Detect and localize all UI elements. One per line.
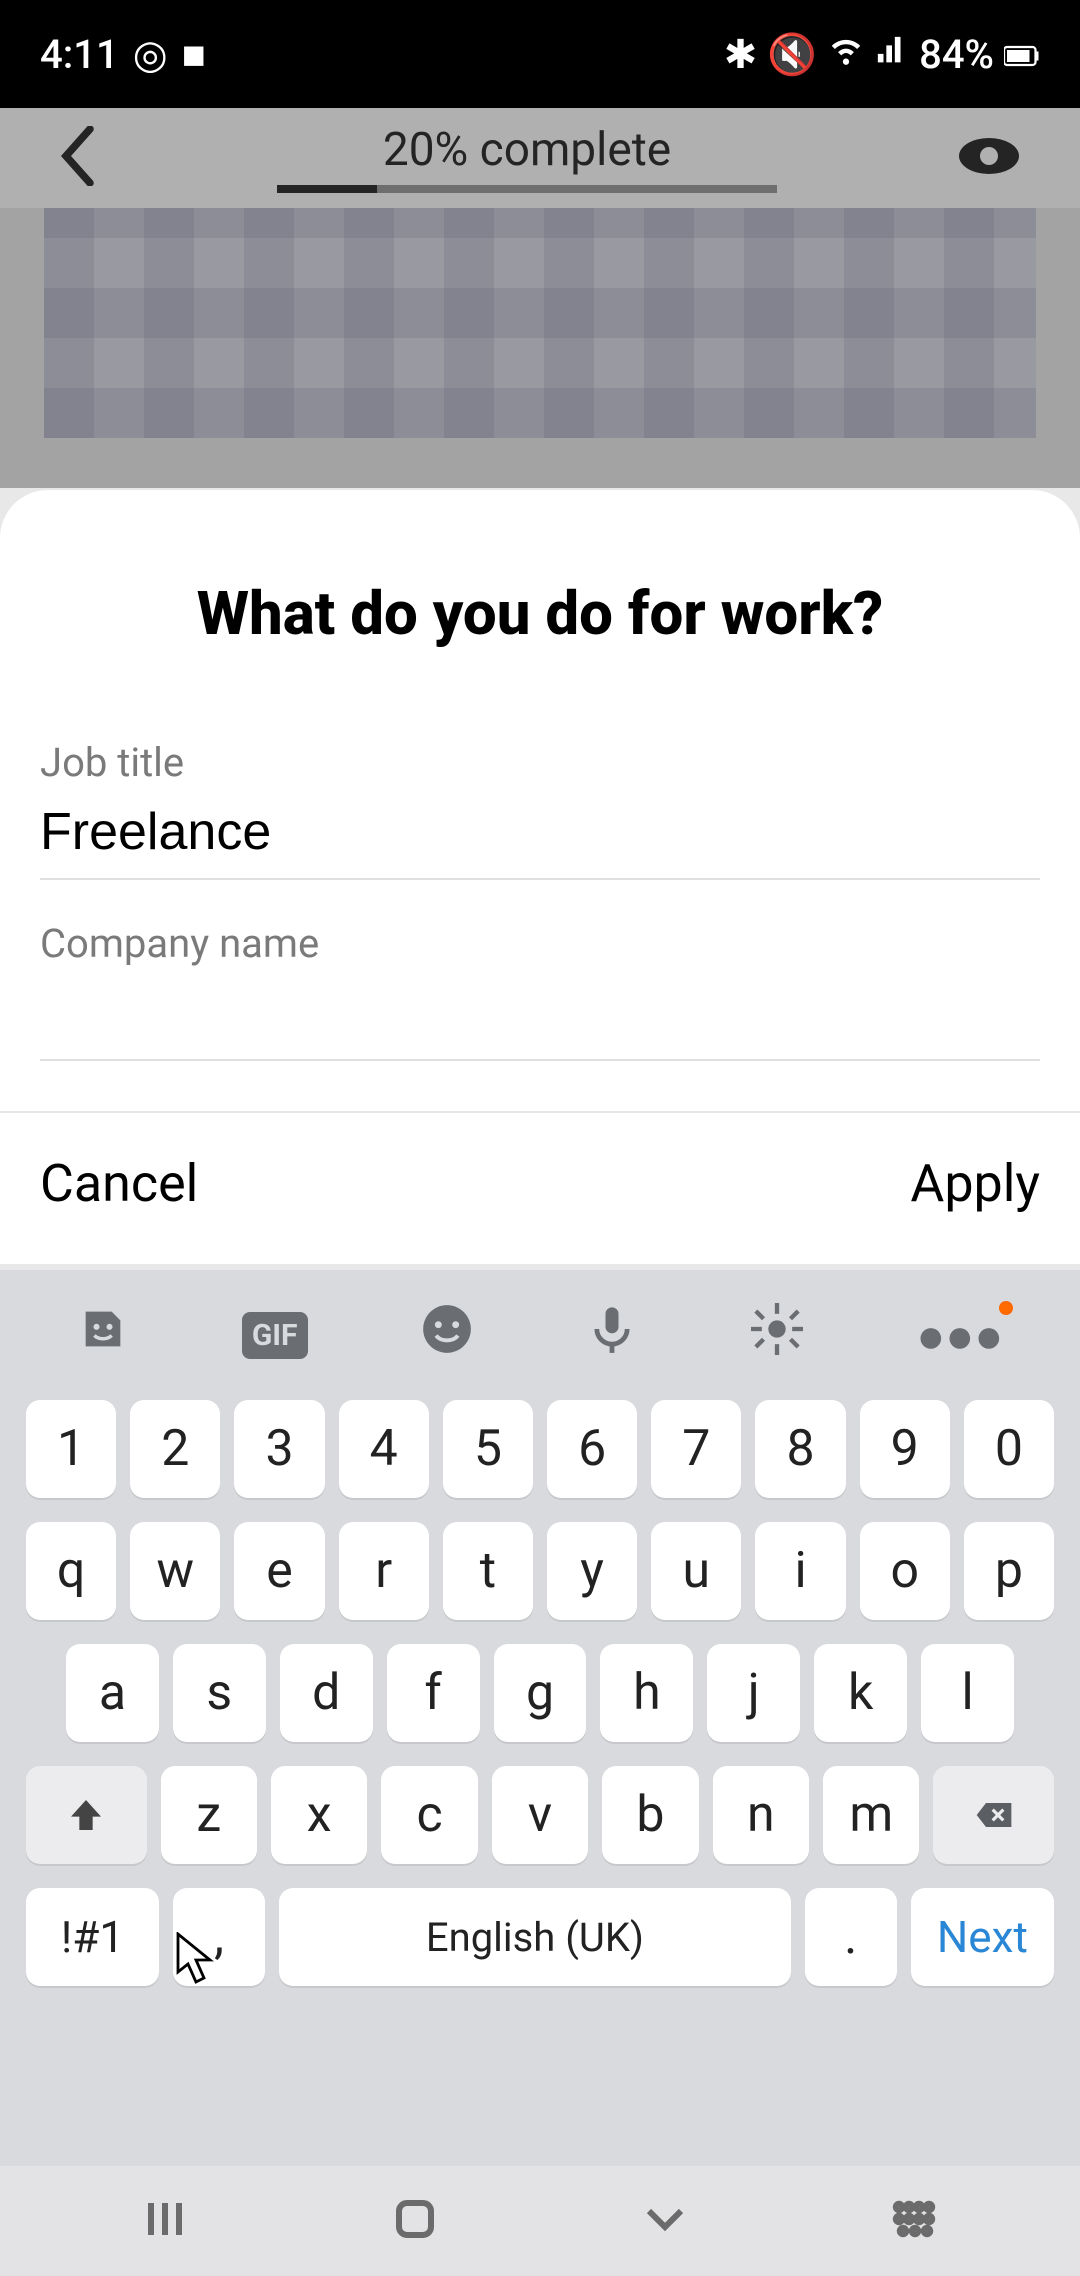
key-t[interactable]: t xyxy=(443,1522,533,1620)
company-name-input[interactable] xyxy=(40,967,1040,1061)
status-bar: 4:11 ◎ ■ ✱ 🔇 84% xyxy=(0,0,1080,108)
key-row-a: a s d f g h j k l xyxy=(26,1644,1054,1742)
key-2[interactable]: 2 xyxy=(130,1400,220,1498)
key-row-q: q w e r t y u i o p xyxy=(26,1522,1054,1620)
key-row-z: z x c v b n m xyxy=(26,1766,1054,1864)
signal-icon xyxy=(875,31,909,78)
gear-icon[interactable] xyxy=(751,1303,803,1367)
more-icon[interactable]: ●●● xyxy=(916,1307,1003,1364)
key-g[interactable]: g xyxy=(494,1644,587,1742)
key-6[interactable]: 6 xyxy=(547,1400,637,1498)
key-next[interactable]: Next xyxy=(911,1888,1054,1986)
modal-scrim[interactable] xyxy=(0,108,1080,488)
system-nav-bar xyxy=(0,2166,1080,2276)
key-a[interactable]: a xyxy=(66,1644,159,1742)
job-title-label: Job title xyxy=(40,739,1040,786)
company-name-label: Company name xyxy=(40,920,1040,967)
key-x[interactable]: x xyxy=(271,1766,367,1864)
key-comma[interactable]: , xyxy=(173,1888,265,1986)
key-m[interactable]: m xyxy=(823,1766,919,1864)
mic-icon[interactable] xyxy=(586,1303,638,1367)
key-s[interactable]: s xyxy=(173,1644,266,1742)
key-9[interactable]: 9 xyxy=(860,1400,950,1498)
camera-icon: ■ xyxy=(182,31,206,78)
nav-recents[interactable] xyxy=(141,2195,189,2247)
key-z[interactable]: z xyxy=(161,1766,257,1864)
key-period[interactable]: . xyxy=(805,1888,897,1986)
key-5[interactable]: 5 xyxy=(443,1400,533,1498)
modal-title: What do you do for work? xyxy=(0,554,1080,699)
key-row-numbers: 1 2 3 4 5 6 7 8 9 0 xyxy=(26,1400,1054,1498)
alarm-icon: ◎ xyxy=(133,31,168,78)
apply-button[interactable]: Apply xyxy=(910,1153,1040,1214)
key-0[interactable]: 0 xyxy=(964,1400,1054,1498)
key-o[interactable]: o xyxy=(860,1522,950,1620)
key-3[interactable]: 3 xyxy=(234,1400,324,1498)
bluetooth-icon: ✱ xyxy=(724,31,758,78)
cancel-button[interactable]: Cancel xyxy=(40,1153,198,1214)
key-h[interactable]: h xyxy=(600,1644,693,1742)
soft-keyboard: GIF ●●● 1 2 3 4 5 6 7 8 9 0 q w e xyxy=(0,1270,1080,2276)
key-f[interactable]: f xyxy=(387,1644,480,1742)
key-j[interactable]: j xyxy=(707,1644,800,1742)
emoji-icon[interactable] xyxy=(421,1303,473,1367)
key-c[interactable]: c xyxy=(381,1766,477,1864)
work-modal: What do you do for work? Job title Compa… xyxy=(0,490,1080,1264)
key-i[interactable]: i xyxy=(755,1522,845,1620)
key-l[interactable]: l xyxy=(921,1644,1014,1742)
battery-icon xyxy=(1004,31,1040,78)
key-n[interactable]: n xyxy=(713,1766,809,1864)
key-w[interactable]: w xyxy=(130,1522,220,1620)
sticker-icon[interactable] xyxy=(77,1303,129,1367)
key-d[interactable]: d xyxy=(280,1644,373,1742)
key-1[interactable]: 1 xyxy=(26,1400,116,1498)
key-p[interactable]: p xyxy=(964,1522,1054,1620)
key-row-bottom: !#1 , English (UK) . Next xyxy=(26,1888,1054,1986)
key-u[interactable]: u xyxy=(651,1522,741,1620)
status-time: 4:11 xyxy=(40,31,119,78)
mute-icon: 🔇 xyxy=(767,31,817,78)
key-7[interactable]: 7 xyxy=(651,1400,741,1498)
key-space[interactable]: English (UK) xyxy=(279,1888,791,1986)
key-backspace[interactable] xyxy=(933,1766,1054,1864)
nav-home[interactable] xyxy=(391,2195,439,2247)
key-v[interactable]: v xyxy=(492,1766,588,1864)
key-q[interactable]: q xyxy=(26,1522,116,1620)
keyboard-toolbar: GIF ●●● xyxy=(0,1270,1080,1400)
key-symbols[interactable]: !#1 xyxy=(26,1888,159,1986)
key-8[interactable]: 8 xyxy=(755,1400,845,1498)
key-shift[interactable] xyxy=(26,1766,147,1864)
job-title-input[interactable] xyxy=(40,786,1040,880)
battery-text: 84% xyxy=(919,31,994,78)
key-e[interactable]: e xyxy=(234,1522,324,1620)
key-k[interactable]: k xyxy=(814,1644,907,1742)
nav-back[interactable] xyxy=(641,2195,689,2247)
key-4[interactable]: 4 xyxy=(339,1400,429,1498)
key-b[interactable]: b xyxy=(602,1766,698,1864)
wifi-icon xyxy=(827,30,865,78)
key-y[interactable]: y xyxy=(547,1522,637,1620)
key-r[interactable]: r xyxy=(339,1522,429,1620)
gif-icon[interactable]: GIF xyxy=(242,1312,308,1359)
nav-keyboard-toggle[interactable] xyxy=(891,2195,939,2247)
